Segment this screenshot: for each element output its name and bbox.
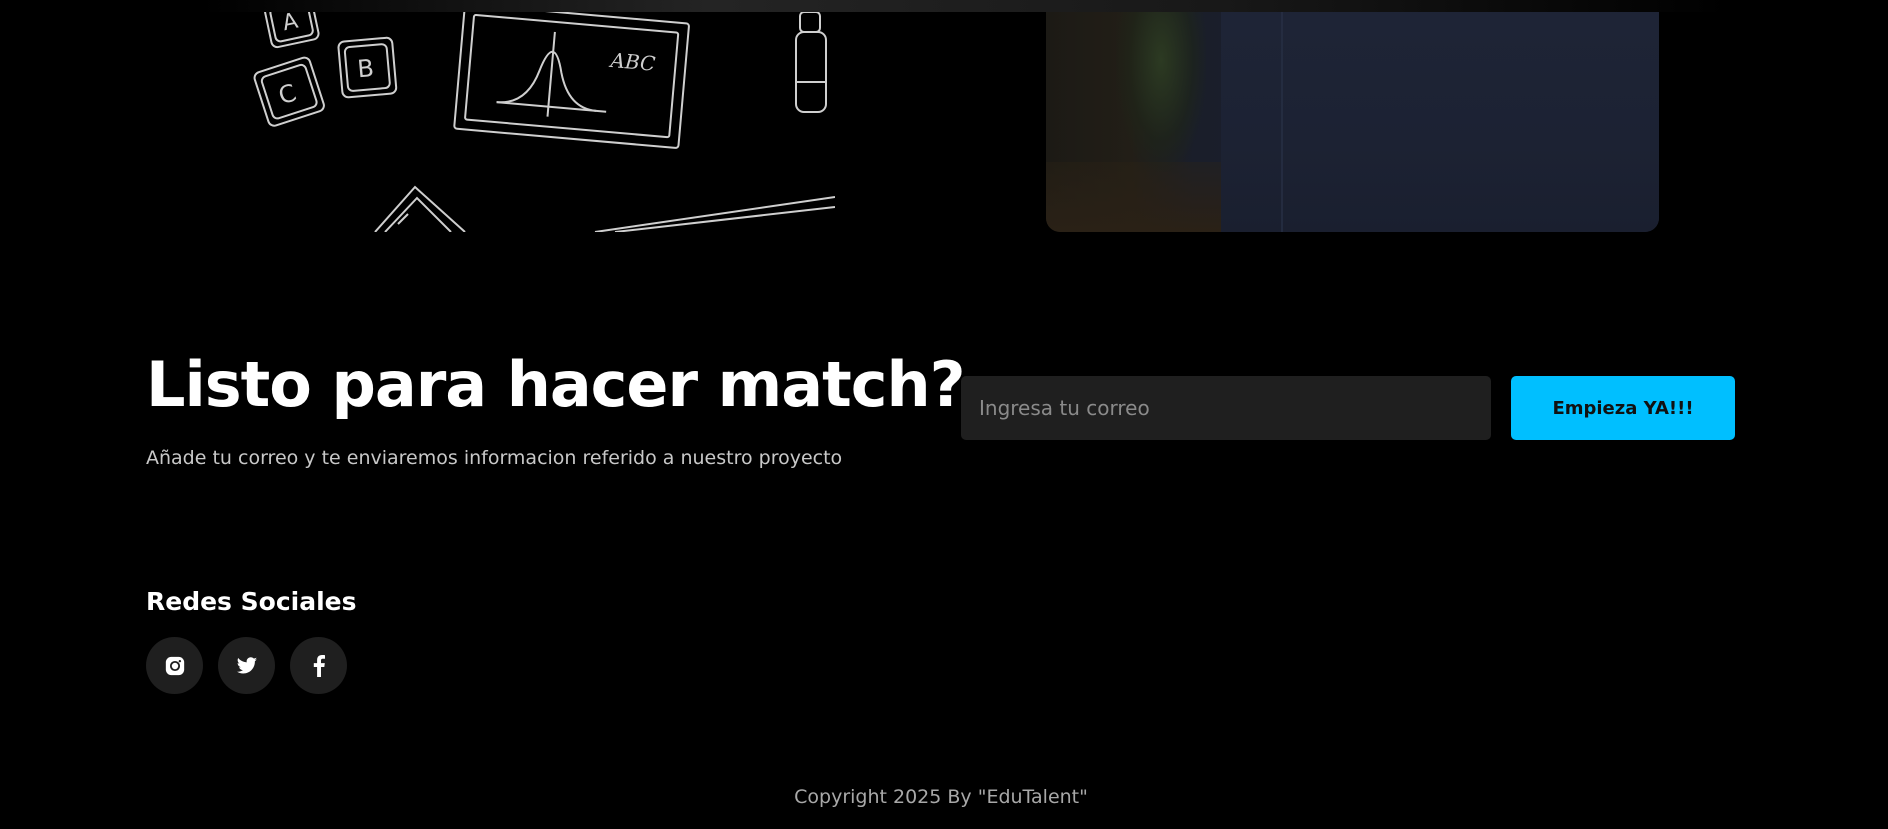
photo-person <box>1221 12 1659 232</box>
letter-block-c: C <box>253 56 325 127</box>
photo-plant <box>1116 12 1206 172</box>
cta-title: Listo para hacer match? <box>146 348 966 421</box>
letter-block-b: B <box>337 36 398 99</box>
student-photo <box>1046 12 1659 232</box>
photo-floor <box>1046 162 1226 232</box>
page: A B C ABC Listo para hacer match? Añade … <box>0 0 1888 829</box>
svg-text:C: C <box>275 78 300 110</box>
bottom-doodles <box>374 185 835 232</box>
education-doodle-image: A B C ABC <box>235 12 835 232</box>
letter-block-a: A <box>264 12 320 49</box>
copyright-text: Copyright 2025 By "EduTalent" <box>794 786 1088 808</box>
cta-subtitle: Añade tu correo y te enviaremos informac… <box>146 447 843 469</box>
svg-text:B: B <box>356 54 375 83</box>
facebook-button[interactable] <box>290 637 347 694</box>
instagram-icon <box>165 656 184 675</box>
email-input[interactable] <box>961 376 1491 440</box>
start-now-button[interactable]: Empieza YA!!! <box>1511 376 1735 440</box>
social-links <box>146 637 347 694</box>
chalkboard: ABC <box>453 12 690 149</box>
twitter-icon <box>236 656 257 674</box>
marker <box>795 12 827 113</box>
facebook-icon <box>313 654 325 677</box>
svg-text:A: A <box>280 12 300 36</box>
twitter-button[interactable] <box>218 637 275 694</box>
svg-text:ABC: ABC <box>608 48 657 76</box>
instagram-button[interactable] <box>146 637 203 694</box>
top-fade <box>200 0 1730 12</box>
social-heading: Redes Sociales <box>146 587 357 616</box>
